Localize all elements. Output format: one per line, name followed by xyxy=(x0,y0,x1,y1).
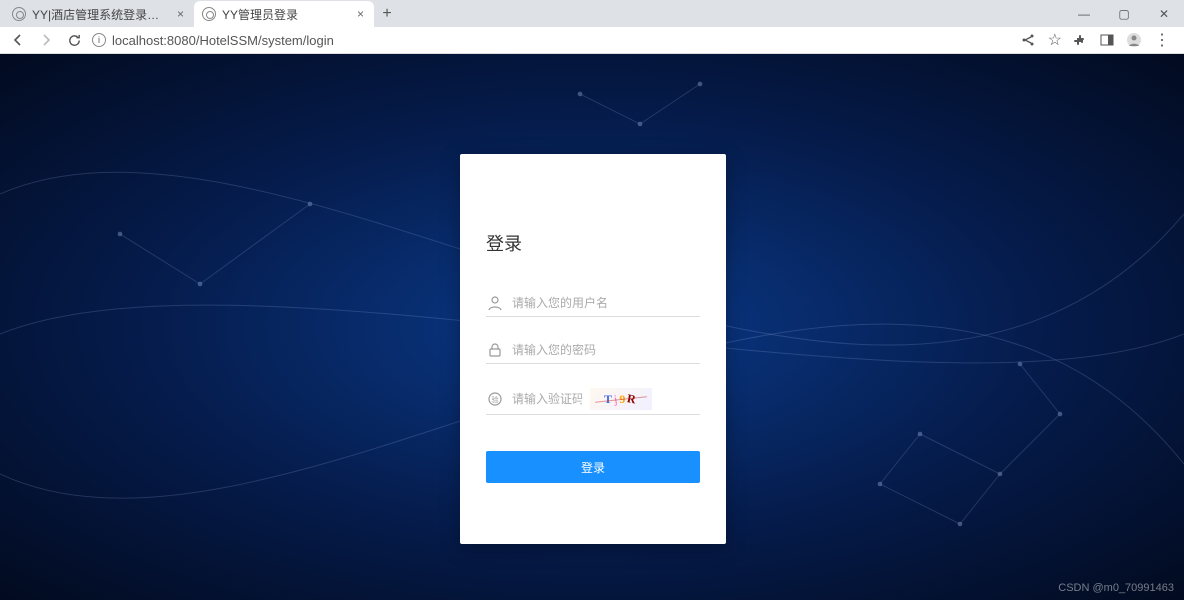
tab-title: YY|酒店管理系统登录页面 xyxy=(32,6,169,23)
login-button[interactable]: 登录 xyxy=(486,451,700,483)
extensions-icon[interactable] xyxy=(1074,33,1088,47)
tab-active[interactable]: YY管理员登录 × xyxy=(194,1,374,27)
close-window-button[interactable]: ✕ xyxy=(1144,1,1184,27)
window-controls: — ▢ ✕ xyxy=(1064,0,1184,27)
maximize-button[interactable]: ▢ xyxy=(1104,1,1144,27)
login-card: 登录 验 Tj9R 登录 xyxy=(460,154,726,544)
captcha-icon: 验 xyxy=(486,390,504,408)
bookmark-icon[interactable]: ☆ xyxy=(1048,30,1062,50)
login-title: 登录 xyxy=(486,230,700,256)
close-icon[interactable]: × xyxy=(175,7,186,21)
password-input[interactable] xyxy=(512,343,700,357)
watermark: CSDN @m0_70991463 xyxy=(1058,582,1174,594)
minimize-button[interactable]: — xyxy=(1064,1,1104,27)
username-input[interactable] xyxy=(512,296,700,310)
captcha-image[interactable]: Tj9R xyxy=(590,388,652,410)
user-icon xyxy=(486,294,504,312)
panel-icon[interactable] xyxy=(1100,33,1114,47)
close-icon[interactable]: × xyxy=(355,7,366,21)
profile-icon[interactable] xyxy=(1126,32,1142,48)
svg-text:验: 验 xyxy=(492,395,499,404)
lock-icon xyxy=(486,341,504,359)
address-bar: i localhost:8080/HotelSSM/system/login ☆… xyxy=(0,27,1184,53)
reload-button[interactable] xyxy=(64,30,84,50)
share-icon[interactable] xyxy=(1020,32,1036,48)
globe-icon xyxy=(12,7,26,21)
tab-inactive[interactable]: YY|酒店管理系统登录页面 × xyxy=(4,1,194,27)
username-row xyxy=(486,294,700,317)
url-text: localhost:8080/HotelSSM/system/login xyxy=(112,33,334,48)
menu-icon[interactable]: ⋮ xyxy=(1154,30,1170,50)
new-tab-button[interactable]: + xyxy=(374,1,400,27)
forward-button[interactable] xyxy=(36,30,56,50)
password-row xyxy=(486,341,700,364)
back-button[interactable] xyxy=(8,30,28,50)
toolbar-right: ☆ ⋮ xyxy=(1020,30,1176,50)
url-box[interactable]: i localhost:8080/HotelSSM/system/login xyxy=(92,33,1012,48)
globe-icon xyxy=(202,7,216,21)
tab-bar: YY|酒店管理系统登录页面 × YY管理员登录 × + — ▢ ✕ xyxy=(0,0,1184,27)
captcha-row: 验 Tj9R xyxy=(486,388,700,415)
site-info-icon[interactable]: i xyxy=(92,33,106,47)
page-body: 登录 验 Tj9R 登录 CSDN @m0_70991463 xyxy=(0,54,1184,600)
tab-title: YY管理员登录 xyxy=(222,6,349,23)
captcha-input[interactable] xyxy=(512,392,582,406)
browser-chrome: YY|酒店管理系统登录页面 × YY管理员登录 × + — ▢ ✕ i loca… xyxy=(0,0,1184,54)
